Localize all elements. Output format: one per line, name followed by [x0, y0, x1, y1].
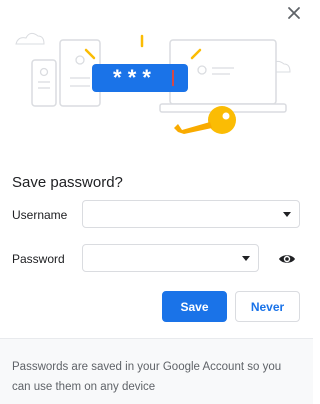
save-password-dialog: * * * Save password? Username Password S… — [0, 0, 313, 404]
phone-graphic — [31, 59, 57, 107]
close-button[interactable] — [283, 2, 305, 24]
password-field[interactable] — [91, 249, 234, 269]
chevron-down-icon — [242, 256, 250, 261]
save-button[interactable]: Save — [162, 291, 227, 322]
cloud-left — [15, 32, 45, 45]
password-dropdown[interactable] — [82, 244, 259, 272]
username-dropdown[interactable] — [82, 200, 300, 228]
masked-password: * * * — [113, 65, 151, 90]
username-field[interactable] — [91, 205, 275, 225]
password-illustration: * * * — [15, 32, 291, 134]
never-button[interactable]: Never — [235, 291, 300, 322]
footer: Passwords are saved in your Google Accou… — [0, 338, 313, 404]
password-label: Password — [12, 252, 65, 266]
dialog-title: Save password? — [12, 174, 123, 191]
username-label: Username — [12, 208, 68, 222]
footer-text: Passwords are saved in your Google Accou… — [12, 361, 282, 393]
chevron-down-icon — [283, 212, 291, 217]
show-password-button[interactable] — [278, 250, 296, 268]
eye-icon — [279, 255, 295, 263]
close-icon — [288, 7, 300, 19]
